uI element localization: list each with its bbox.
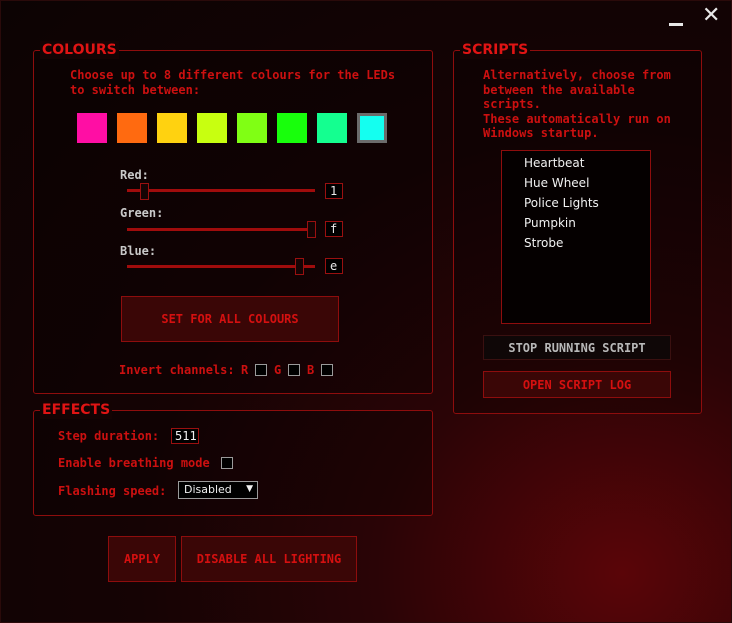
red-slider-thumb[interactable] [140,183,149,200]
red-slider-track[interactable] [127,189,315,192]
colours-title: COLOURS [40,41,119,59]
flashing-speed-label: Flashing speed: [58,484,167,498]
blue-slider-thumb[interactable] [295,258,304,275]
green-value[interactable]: f [325,221,343,237]
apply-button[interactable]: APPLY [108,536,176,582]
blue-slider-track[interactable] [127,265,315,268]
script-item-hue-wheel[interactable]: Hue Wheel [524,176,589,190]
scripts-instruction: Alternatively, choose from between the a… [483,68,671,140]
colour-swatch-2[interactable] [117,113,147,143]
red-label: Red: [120,168,149,182]
disable-all-lighting-button[interactable]: DISABLE ALL LIGHTING [181,536,357,582]
invert-r-label: R [241,363,249,377]
step-duration-label: Step duration: [58,429,160,443]
blue-value[interactable]: e [325,258,343,274]
script-item-strobe[interactable]: Strobe [524,236,563,250]
flashing-speed-value: Disabled [184,483,232,496]
invert-g-label: G [274,363,282,377]
script-item-heartbeat[interactable]: Heartbeat [524,156,584,170]
open-script-log-button[interactable]: OPEN SCRIPT LOG [483,371,671,398]
invert-b-checkbox[interactable] [321,364,333,376]
colours-instruction: Choose up to 8 different colours for the… [70,68,396,97]
green-slider-thumb[interactable] [307,221,316,238]
invert-channels-label: Invert channels: [119,363,235,377]
blue-label: Blue: [120,244,157,258]
minimize-button[interactable] [669,23,683,26]
main-window: ✕ COLOURS Choose up to 8 different colou… [0,0,732,623]
scripts-title: SCRIPTS [460,41,531,59]
flashing-speed-select[interactable]: Disabled ▼ [178,481,258,499]
green-label: Green: [120,206,164,220]
close-button[interactable]: ✕ [702,5,720,27]
script-item-pumpkin[interactable]: Pumpkin [524,216,576,230]
step-duration-input[interactable]: 511 [171,428,199,444]
breathing-mode-label: Enable breathing mode [58,456,210,470]
scripts-list[interactable]: Heartbeat Hue Wheel Police Lights Pumpki… [501,150,651,324]
stop-running-script-button[interactable]: STOP RUNNING SCRIPT [483,335,671,360]
breathing-mode-checkbox[interactable] [221,457,233,469]
script-item-police-lights[interactable]: Police Lights [524,196,599,210]
colour-swatch-1[interactable] [77,113,107,143]
colour-swatch-3[interactable] [157,113,187,143]
red-value[interactable]: 1 [325,183,343,199]
colour-swatch-7[interactable] [317,113,347,143]
invert-g-checkbox[interactable] [288,364,300,376]
colour-swatch-6[interactable] [277,113,307,143]
colour-swatch-8[interactable] [357,113,387,143]
set-all-colours-button[interactable]: SET FOR ALL COLOURS [121,296,339,342]
colour-swatch-5[interactable] [237,113,267,143]
invert-r-checkbox[interactable] [255,364,267,376]
colour-swatch-4[interactable] [197,113,227,143]
colours-group: COLOURS [33,41,433,394]
green-slider-track[interactable] [127,228,315,231]
invert-b-label: B [307,363,315,377]
effects-title: EFFECTS [40,401,113,419]
chevron-down-icon: ▼ [246,484,253,494]
